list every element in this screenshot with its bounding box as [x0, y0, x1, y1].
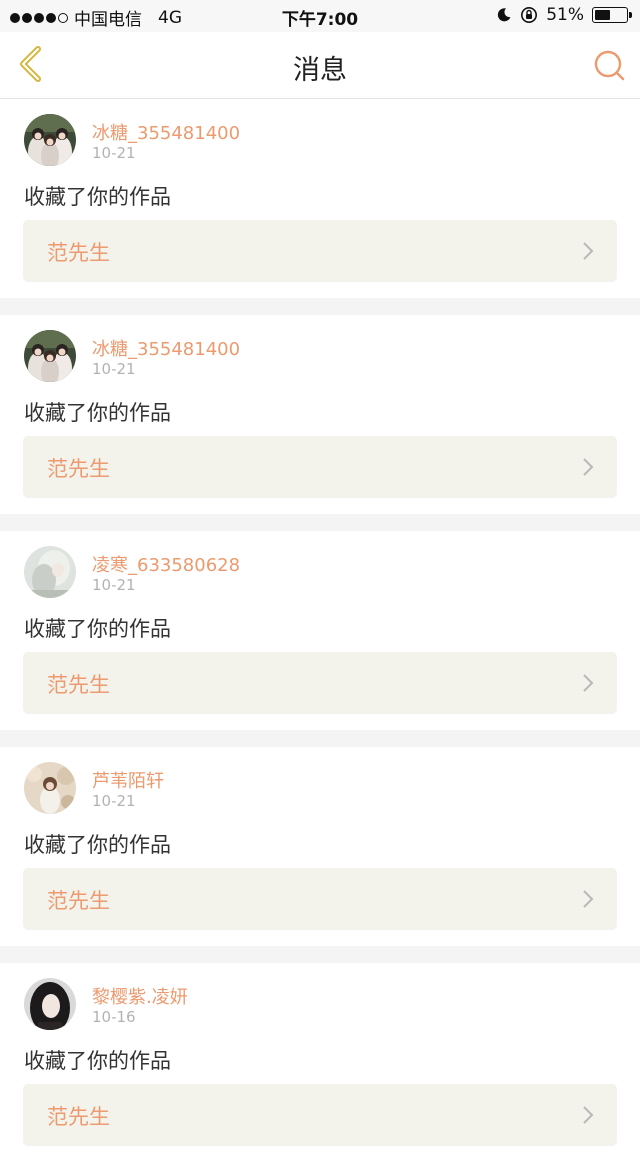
battery-icon [592, 7, 632, 23]
work-link[interactable]: 范先生 [23, 1084, 617, 1146]
separator [0, 514, 640, 531]
message-card: 芦苇陌轩 10-21 收藏了你的作品 范先生 [0, 747, 640, 946]
chevron-right-icon [583, 890, 594, 908]
message-date: 10-16 [92, 1008, 136, 1026]
page-title: 消息 [293, 55, 347, 86]
avatar[interactable] [24, 114, 76, 166]
work-title: 范先生 [47, 457, 110, 481]
message-action: 收藏了你的作品 [24, 185, 171, 209]
chevron-right-icon [583, 242, 594, 260]
avatar[interactable] [24, 762, 76, 814]
work-title: 范先生 [47, 889, 110, 913]
status-right: 51% [496, 5, 632, 25]
avatar[interactable] [24, 978, 76, 1030]
username[interactable]: 芦苇陌轩 [92, 767, 164, 793]
work-title: 范先生 [47, 241, 110, 265]
work-link[interactable]: 范先生 [23, 220, 617, 282]
message-list: 冰糖_355481400 10-21 收藏了你的作品 范先生 冰糖_355481… [0, 99, 640, 1162]
search-button[interactable] [592, 48, 628, 84]
message-card: 冰糖_355481400 10-21 收藏了你的作品 范先生 [0, 315, 640, 514]
battery-percent: 51% [546, 5, 584, 25]
work-link[interactable]: 范先生 [23, 652, 617, 714]
moon-icon [498, 8, 511, 22]
message-card: 冰糖_355481400 10-21 收藏了你的作品 范先生 [0, 99, 640, 298]
avatar[interactable] [24, 546, 76, 598]
message-action: 收藏了你的作品 [24, 833, 171, 857]
search-icon [594, 50, 625, 81]
message-action: 收藏了你的作品 [24, 617, 171, 641]
separator [0, 298, 640, 315]
username[interactable]: 冰糖_355481400 [92, 335, 240, 361]
username[interactable]: 黎樱紫.凌妍 [92, 983, 188, 1009]
status-bar: 中国电信 4G 下午7:00 51% [0, 0, 640, 32]
avatar[interactable] [24, 330, 76, 382]
chevron-right-icon [583, 458, 594, 476]
message-date: 10-21 [92, 360, 136, 378]
rotation-lock-icon [521, 7, 538, 23]
work-title: 范先生 [47, 1105, 110, 1129]
username[interactable]: 冰糖_355481400 [92, 119, 240, 145]
message-card: 凌寒_633580628 10-21 收藏了你的作品 范先生 [0, 531, 640, 730]
nav-bar: 消息 [0, 32, 640, 99]
chevron-right-icon [583, 674, 594, 692]
message-date: 10-21 [92, 576, 136, 594]
username[interactable]: 凌寒_633580628 [92, 551, 240, 577]
separator [0, 946, 640, 963]
chevron-right-icon [583, 1106, 594, 1124]
work-link[interactable]: 范先生 [23, 868, 617, 930]
battery-fill [595, 10, 610, 20]
separator [0, 730, 640, 747]
message-date: 10-21 [92, 144, 136, 162]
work-title: 范先生 [47, 673, 110, 697]
message-date: 10-21 [92, 792, 136, 810]
message-action: 收藏了你的作品 [24, 401, 171, 425]
work-link[interactable]: 范先生 [23, 436, 617, 498]
message-card: 黎樱紫.凌妍 10-16 收藏了你的作品 范先生 [0, 963, 640, 1162]
message-action: 收藏了你的作品 [24, 1049, 171, 1073]
